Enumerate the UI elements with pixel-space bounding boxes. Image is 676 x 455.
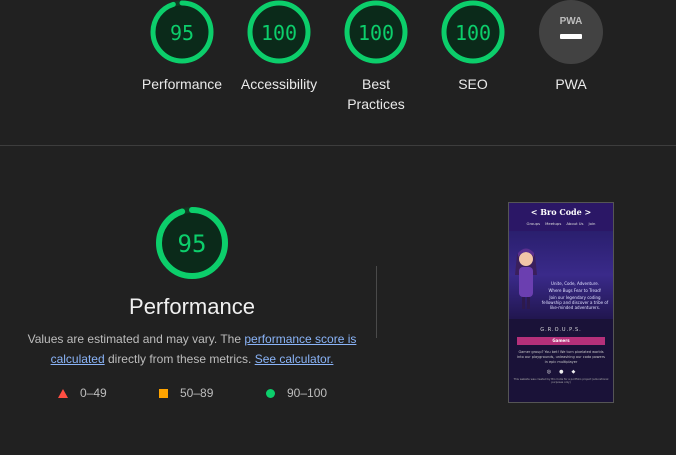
legend-range: 90–100	[287, 386, 328, 400]
gauge-label: Best Practices	[347, 76, 405, 112]
thumb-social-icons: ◎ ● ◆	[509, 369, 613, 375]
final-screenshot-thumbnail[interactable]: < Bro Code > Groups Meetups About Us Joi…	[508, 202, 614, 403]
thumb-tagline-line: Join our legendary coding fellowship and…	[541, 295, 609, 310]
vertical-separator	[376, 266, 377, 338]
thumb-footer: This website was created by Bro Code for…	[513, 378, 609, 384]
gauge-label: SEO	[458, 76, 488, 92]
pwa-badge-text: PWA	[560, 16, 583, 27]
thumb-nav-item: Meetups	[545, 221, 562, 226]
legend-fail: 0–49	[58, 386, 107, 400]
gauge-score: 100	[455, 21, 491, 45]
circle-icon	[266, 388, 275, 398]
performance-description: Values are estimated and may vary. The p…	[24, 329, 360, 369]
thumb-nav-item: About Us	[566, 221, 584, 226]
facebook-icon: ●	[559, 369, 564, 375]
gauge-label: Accessibility	[240, 76, 318, 92]
thumb-hero: Unite, Code, Adventure. Where Bugs Fear …	[509, 231, 613, 319]
gauge-pwa[interactable]: PWA PWA	[516, 0, 626, 94]
gauge-ring: 100	[441, 0, 505, 64]
gauge-performance[interactable]: 95 Performance	[127, 0, 237, 94]
gauge-best-practices[interactable]: 100 Best Practices	[321, 0, 431, 114]
gauge-score: 100	[358, 21, 394, 45]
gauge-seo[interactable]: 100 SEO	[418, 0, 528, 94]
thumb-nav-item: Groups	[526, 221, 541, 226]
performance-title: Performance	[129, 294, 255, 319]
thumb-body-text: Gamer group? You bet! We turn pixelated …	[517, 350, 605, 364]
gauge-ring: 100	[344, 0, 408, 64]
thumb-nav: Groups Meetups About Us Join	[509, 221, 613, 226]
see-calculator-link[interactable]: See calculator.	[255, 352, 334, 366]
thumb-tagline-line: Where Bugs Fear to Tread!	[548, 288, 602, 293]
thumb-body: G.R.O.U.P.S. Gamers Gamer group? You bet…	[509, 319, 613, 402]
gauge-accessibility[interactable]: 100 Accessibility	[224, 0, 334, 94]
desc-middle: directly from these metrics.	[104, 352, 255, 366]
square-icon	[159, 388, 168, 398]
instagram-icon: ◎	[546, 369, 552, 375]
pwa-badge-icon: PWA	[539, 0, 603, 64]
legend-range: 50–89	[180, 386, 214, 400]
performance-section: 95 Performance Values are estimated and …	[0, 146, 676, 455]
gauge-score: 100	[261, 21, 297, 45]
discord-icon: ◆	[571, 369, 576, 375]
category-gauges: 95 Performance 100 Accessibility 100 Bes…	[0, 0, 676, 146]
gauge-ring: 95	[150, 0, 214, 64]
thumb-groups-heading: G.R.O.U.P.S.	[540, 327, 582, 333]
legend-average: 50–89	[159, 386, 213, 400]
gauge-label: Performance	[141, 76, 223, 92]
gauge-ring: 100	[247, 0, 311, 64]
thumb-tagline: Unite, Code, Adventure. Where Bugs Fear …	[539, 281, 611, 312]
performance-gauge-large: 95	[156, 207, 228, 279]
thumb-tagline-line: Unite, Code, Adventure.	[551, 281, 599, 286]
desc-prefix: Values are estimated and may vary. The	[27, 332, 245, 346]
score-legend: 0–49 50–89 90–100	[56, 386, 356, 402]
gauge-label: PWA	[555, 76, 587, 92]
thumb-gamers-button: Gamers	[517, 337, 605, 345]
legend-range: 0–49	[80, 386, 107, 400]
character-illustration-icon	[515, 248, 537, 309]
triangle-icon	[58, 388, 68, 398]
thumb-header: < Bro Code > Groups Meetups About Us Joi…	[509, 203, 613, 231]
gauge-score: 95	[170, 21, 194, 45]
performance-score-large: 95	[178, 230, 207, 258]
legend-pass: 90–100	[266, 386, 327, 400]
thumb-brand: < Bro Code >	[530, 207, 592, 217]
thumb-nav-item: Join	[588, 221, 596, 226]
